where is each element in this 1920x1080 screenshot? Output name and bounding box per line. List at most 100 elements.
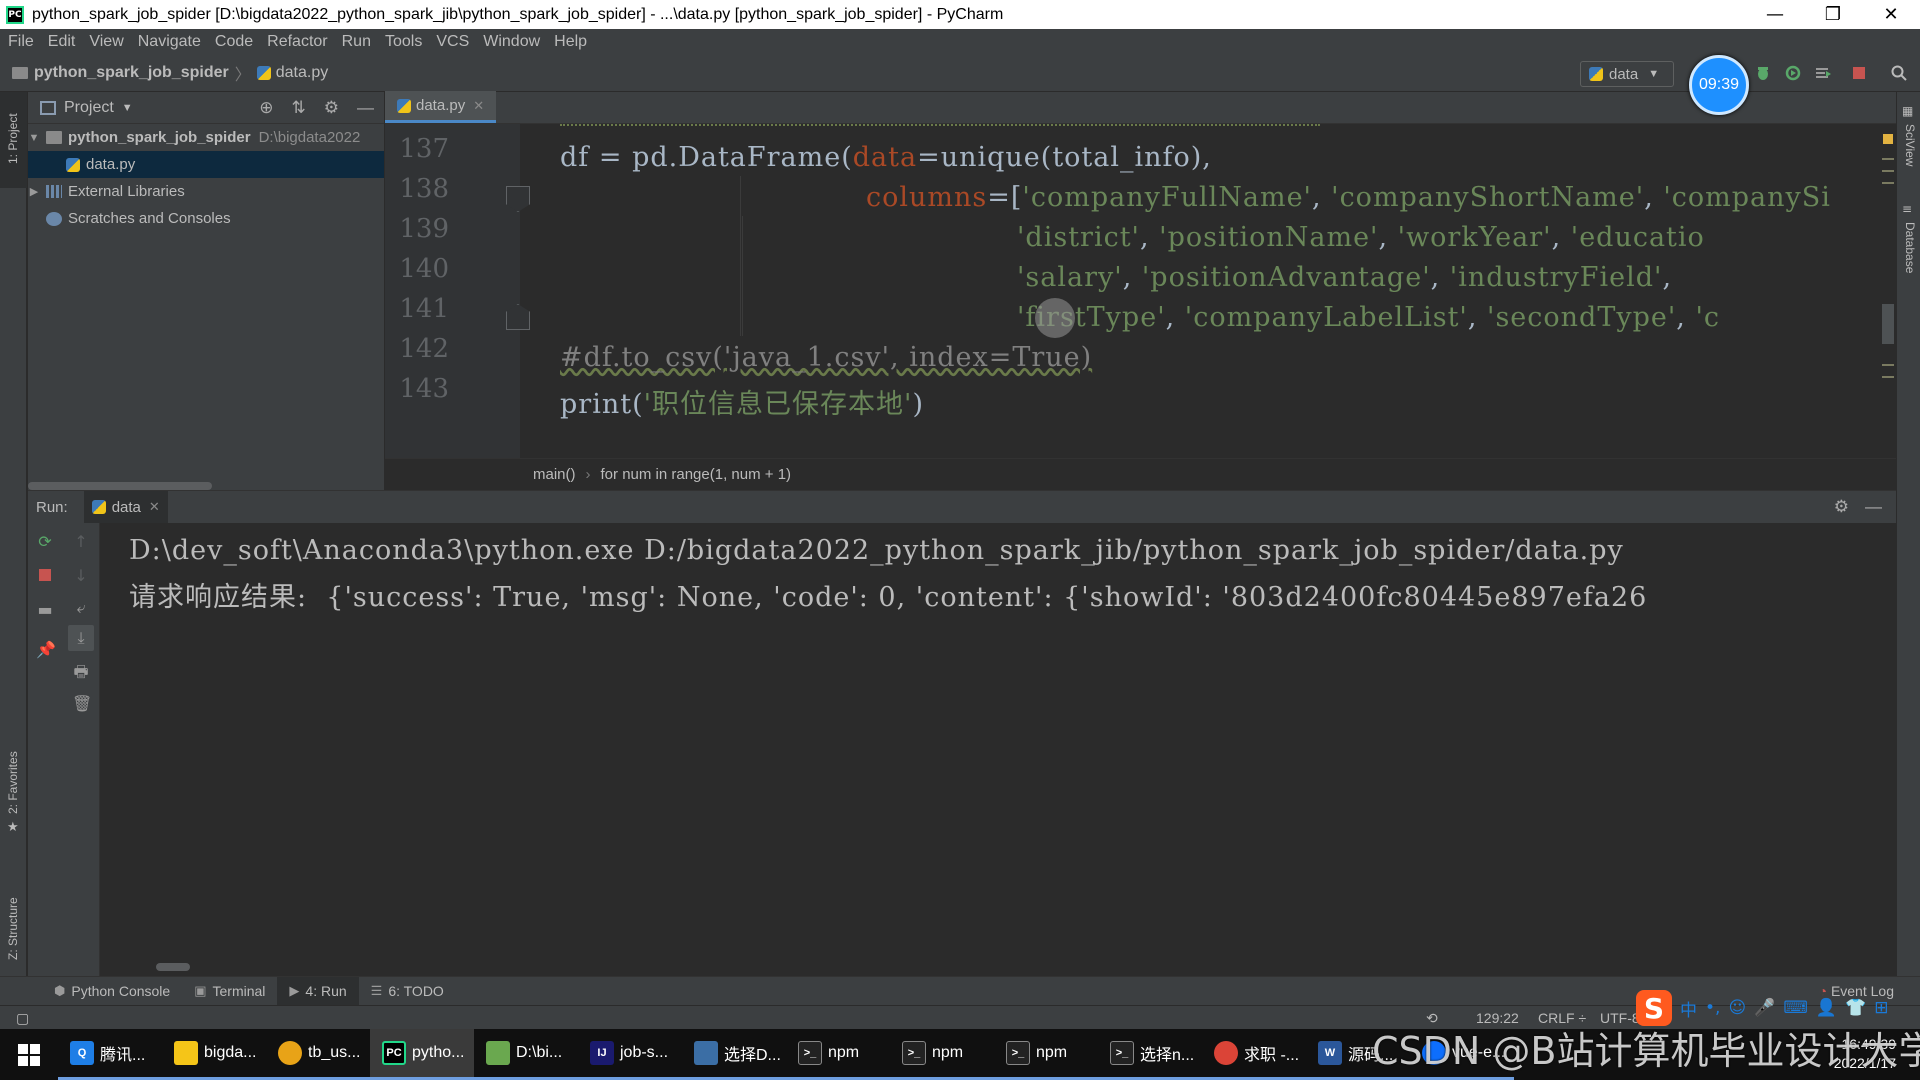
tool-tab-run[interactable]: ▶ 4: Run [277, 976, 359, 1006]
menu-view[interactable]: View [82, 33, 130, 51]
taskbar-item[interactable]: >_ npm [994, 1029, 1098, 1080]
expand-arrow-icon[interactable]: ▼ [28, 132, 40, 144]
tree-item-project-root[interactable]: ▼ python_spark_job_spider D:\bigdata2022 [28, 124, 384, 151]
skin-icon[interactable]: 👕 [1845, 998, 1866, 1018]
menu-tools[interactable]: Tools [378, 33, 429, 51]
database-stripe-label[interactable]: Database [1903, 222, 1917, 273]
hide-icon[interactable]: — [1865, 497, 1882, 517]
code-token: 'companySi [1663, 182, 1831, 213]
recording-timer[interactable]: 09:39 [1689, 55, 1749, 115]
breadcrumb-file[interactable]: data.py [276, 64, 328, 82]
print-icon[interactable]: 🖶 [72, 663, 90, 681]
stripe-mark[interactable] [1882, 364, 1894, 366]
close-icon[interactable]: ✕ [473, 98, 484, 114]
tree-item-data-py[interactable]: data.py [28, 151, 384, 178]
scrollbar-thumb[interactable] [1882, 304, 1894, 344]
pin-icon[interactable]: 📌 [36, 641, 56, 659]
tab-data-py[interactable]: data.py ✕ [385, 91, 497, 123]
favorites-stripe-label[interactable]: 2: Favorites [6, 751, 20, 814]
arrow-down-icon[interactable]: ↓ [72, 567, 90, 585]
microphone-icon[interactable]: 🎤 [1754, 998, 1775, 1018]
taskbar-item[interactable]: 选择D... [682, 1029, 786, 1080]
scroll-to-end-icon[interactable]: ⤓ [68, 625, 94, 651]
menu-window[interactable]: Window [476, 33, 547, 51]
keyboard-icon[interactable]: ⌨ [1783, 998, 1808, 1018]
horizontal-scrollbar[interactable] [156, 963, 190, 971]
close-icon[interactable]: ✕ [149, 499, 160, 515]
tool-tab-label: Terminal [212, 983, 266, 999]
close-button[interactable]: ✕ [1862, 0, 1920, 29]
tool-tab-terminal[interactable]: ▣ Terminal [182, 977, 277, 1006]
menu-vcs[interactable]: VCS [429, 33, 476, 51]
coverage-icon[interactable] [1784, 64, 1802, 82]
taskbar-item[interactable]: >_ npm [890, 1029, 994, 1080]
stripe-mark[interactable] [1882, 376, 1894, 378]
layout-icon[interactable]: ▬ [36, 601, 54, 619]
taskbar-item[interactable]: >_ 选择n... [1098, 1029, 1202, 1080]
code-token: 'c [1695, 302, 1720, 333]
taskbar-item[interactable]: tb_us... [266, 1029, 370, 1080]
stop-icon[interactable] [1850, 64, 1868, 82]
tool-tab-python-console[interactable]: ⬢ Python Console [42, 977, 182, 1006]
taskbar-item[interactable]: 求职 -... [1202, 1029, 1306, 1080]
profile-icon[interactable] [1814, 64, 1832, 82]
ime-mode[interactable]: 中 [1680, 996, 1697, 1021]
tool-tab-todo[interactable]: ☰ 6: TODO [359, 977, 456, 1006]
ime-punctuation[interactable]: •, [1705, 998, 1720, 1018]
emoji-icon[interactable]: ☺ [1728, 998, 1746, 1018]
taskbar-item[interactable]: bigda... [162, 1029, 266, 1080]
menu-help[interactable]: Help [547, 33, 594, 51]
menu-code[interactable]: Code [208, 33, 260, 51]
horizontal-scrollbar[interactable] [28, 480, 384, 490]
stop-icon[interactable] [36, 567, 54, 585]
code-breadcrumb-item[interactable]: for num in range(1, num + 1) [601, 466, 792, 483]
menu-edit[interactable]: Edit [41, 33, 83, 51]
menu-navigate[interactable]: Navigate [131, 33, 208, 51]
toolbox-icon[interactable]: ⊞ [1874, 998, 1888, 1018]
taskbar-item[interactable]: >_ npm [786, 1029, 890, 1080]
start-button[interactable] [0, 1029, 58, 1080]
gear-icon[interactable]: ⚙ [324, 98, 339, 118]
search-icon[interactable] [1890, 64, 1908, 82]
stripe-mark[interactable] [1882, 182, 1894, 184]
minimize-button[interactable]: — [1746, 0, 1804, 29]
soft-wrap-icon[interactable]: ⤶ [72, 599, 90, 617]
chevron-down-icon[interactable]: ▼ [122, 102, 133, 114]
tree-item-external-libraries[interactable]: ▶ External Libraries [28, 178, 384, 205]
menu-run[interactable]: Run [335, 33, 378, 51]
menu-refactor[interactable]: Refactor [260, 33, 334, 51]
rerun-icon[interactable]: ⟳ [36, 533, 54, 551]
console-output[interactable]: D:\dev_soft\Anaconda3\python.exe D:/bigd… [101, 523, 1896, 977]
stripe-mark[interactable] [1882, 170, 1894, 172]
tree-item-scratches[interactable]: Scratches and Consoles [28, 205, 384, 232]
taskbar-item[interactable]: Q 腾讯... [58, 1029, 162, 1080]
arrow-up-icon[interactable]: ↑ [72, 533, 90, 551]
code-breadcrumb-item[interactable]: main() [533, 466, 576, 483]
debug-icon[interactable] [1754, 64, 1772, 82]
toggle-tool-windows-icon[interactable]: ▢ [16, 1010, 29, 1027]
structure-stripe-label[interactable]: Z: Structure [6, 897, 20, 960]
user-icon[interactable]: 👤 [1816, 998, 1837, 1018]
collapse-all-icon[interactable]: ⇅ [292, 98, 306, 118]
trash-icon[interactable]: 🗑 [72, 695, 92, 713]
restore-button[interactable]: ❐ [1804, 0, 1862, 29]
run-tab-data[interactable]: data ✕ [83, 491, 168, 523]
taskbar-item[interactable]: D:\bi... [474, 1029, 578, 1080]
menu-file[interactable]: File [0, 33, 41, 51]
scrollbar-thumb[interactable] [28, 482, 212, 490]
code-area[interactable]: df = pd.DataFrame(data=unique(total_info… [520, 124, 1890, 458]
locate-icon[interactable]: ⊕ [259, 98, 273, 118]
error-stripe[interactable] [1880, 124, 1896, 458]
stripe-mark[interactable] [1882, 158, 1894, 160]
gear-icon[interactable]: ⚙ [1834, 497, 1849, 517]
warning-marker[interactable] [1883, 134, 1893, 144]
hide-icon[interactable]: — [357, 98, 374, 118]
taskbar-item[interactable]: PC pytho... [370, 1029, 474, 1080]
expand-arrow-icon[interactable]: ▶ [28, 185, 40, 198]
project-stripe-label[interactable]: 1: Project [6, 113, 20, 164]
taskbar-item[interactable]: IJ job-s... [578, 1029, 682, 1080]
breadcrumb-project[interactable]: python_spark_job_spider [34, 64, 229, 82]
sciview-stripe-label[interactable]: SciView [1903, 124, 1917, 166]
run-configuration-select[interactable]: data ▼ [1580, 61, 1674, 87]
project-view-select[interactable]: Project [64, 99, 114, 117]
